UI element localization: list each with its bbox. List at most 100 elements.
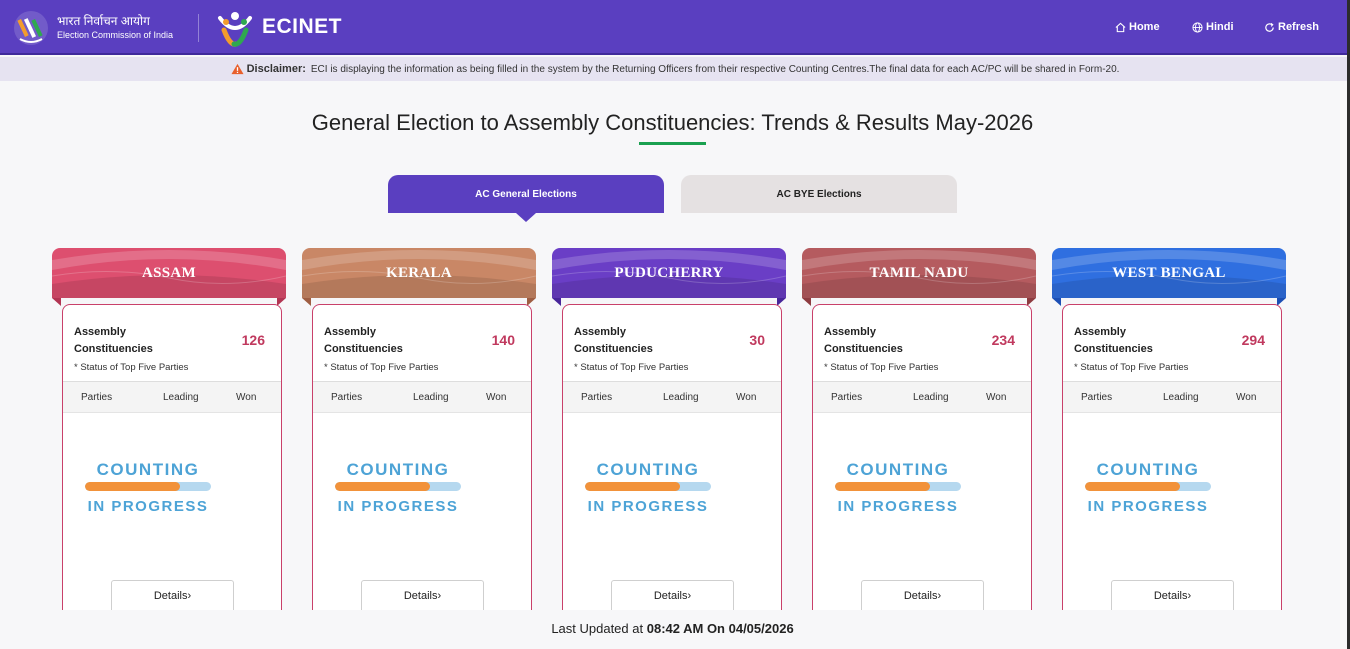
counting-progress-bar xyxy=(585,482,711,491)
warning-icon xyxy=(231,63,244,75)
col-parties: Parties xyxy=(331,392,363,403)
disclaimer-text: ECI is displaying the information as bei… xyxy=(310,63,1120,75)
col-leading: Leading xyxy=(913,392,949,403)
last-updated: Last Updated at 08:42 AM On 04/05/2026 xyxy=(0,621,1345,636)
in-progress-label: IN PROGRESS xyxy=(337,498,459,515)
nav-hindi[interactable]: Hindi xyxy=(1192,21,1234,33)
tab-ac-bye-elections[interactable]: AC BYE Elections xyxy=(681,175,957,213)
counting-progress-fill xyxy=(585,482,680,491)
party-table-header: Parties Leading Won xyxy=(563,382,781,412)
refresh-icon xyxy=(1265,22,1274,32)
ac-label: Assembly Constituencies xyxy=(824,324,903,358)
col-won: Won xyxy=(1236,392,1257,403)
state-card-body: Assembly Constituencies 294 * Status of … xyxy=(1062,304,1282,611)
counting-in-progress: COUNTING IN PROGRESS xyxy=(1063,460,1281,520)
status-note: * Status of Top Five Parties xyxy=(574,362,689,373)
card-summary: Assembly Constituencies 234 * Status of … xyxy=(813,305,1031,382)
counting-label: COUNTING xyxy=(846,460,950,479)
ribbon-fold-left xyxy=(802,298,811,306)
last-updated-time: 08:42 AM On 04/05/2026 xyxy=(646,621,794,636)
globe-icon xyxy=(1192,21,1203,33)
table-divider xyxy=(313,412,531,413)
header-divider xyxy=(198,14,199,42)
ac-count: 234 xyxy=(991,332,1015,348)
ac-label-line1: Assembly xyxy=(324,326,376,338)
ac-label: Assembly Constituencies xyxy=(74,324,153,358)
party-table-header: Parties Leading Won xyxy=(313,382,531,412)
col-leading: Leading xyxy=(1163,392,1199,403)
eci-logo-icon[interactable] xyxy=(12,9,50,47)
details-button[interactable]: Details› xyxy=(111,580,234,611)
details-button[interactable]: Details› xyxy=(861,580,984,611)
ac-label-line2: Constituencies xyxy=(574,343,653,355)
page-title: General Election to Assembly Constituenc… xyxy=(311,110,1034,135)
state-ribbon[interactable]: WEST BENGAL xyxy=(1052,248,1286,298)
counting-in-progress: COUNTING IN PROGRESS xyxy=(563,460,781,520)
nav-refresh-label: Refresh xyxy=(1278,21,1319,33)
nav-hindi-label: Hindi xyxy=(1206,21,1234,33)
ac-label-line2: Constituencies xyxy=(324,343,403,355)
state-card-assam: ASSAM Assembly Constituencies 126 * Stat… xyxy=(52,248,286,611)
ecinet-logo-icon[interactable] xyxy=(214,8,256,48)
table-divider xyxy=(813,412,1031,413)
ecinet-title[interactable]: ECINET xyxy=(262,15,342,39)
col-parties: Parties xyxy=(831,392,863,403)
state-ribbon[interactable]: PUDUCHERRY xyxy=(552,248,786,298)
ac-count: 30 xyxy=(749,332,765,348)
tab-ac-general-elections[interactable]: AC General Elections xyxy=(388,175,664,222)
state-ribbon[interactable]: TAMIL NADU xyxy=(802,248,1036,298)
nav-home-label: Home xyxy=(1129,21,1160,33)
counting-progress-bar xyxy=(85,482,211,491)
state-ribbon[interactable]: KERALA xyxy=(302,248,536,298)
ac-label-line2: Constituencies xyxy=(1074,343,1153,355)
details-button[interactable]: Details› xyxy=(611,580,734,611)
col-won: Won xyxy=(986,392,1007,403)
state-name: ASSAM xyxy=(141,264,196,281)
eci-hindi-name: भारत निर्वाचन आयोग xyxy=(57,14,150,28)
table-divider xyxy=(563,412,781,413)
nav-refresh[interactable]: Refresh xyxy=(1264,21,1319,33)
status-note: * Status of Top Five Parties xyxy=(1074,362,1189,373)
disclaimer-label: Disclaimer: xyxy=(246,63,306,75)
ac-label: Assembly Constituencies xyxy=(574,324,653,358)
ac-label: Assembly Constituencies xyxy=(324,324,403,358)
col-won: Won xyxy=(736,392,757,403)
col-parties: Parties xyxy=(1081,392,1113,403)
disclaimer-bar: Disclaimer: ECI is displaying the inform… xyxy=(0,57,1350,81)
footer: Last Updated at 08:42 AM On 04/05/2026 xyxy=(0,610,1350,649)
ac-count: 294 xyxy=(1241,332,1265,348)
counting-progress-bar xyxy=(1085,482,1211,491)
ac-label-line1: Assembly xyxy=(824,326,876,338)
counting-in-progress: COUNTING IN PROGRESS xyxy=(313,460,531,520)
ac-count: 140 xyxy=(491,332,515,348)
counting-progress-bar xyxy=(835,482,961,491)
card-summary: Assembly Constituencies 30 * Status of T… xyxy=(563,305,781,382)
state-name: TAMIL NADU xyxy=(869,264,969,281)
home-icon xyxy=(1115,22,1126,32)
eci-name[interactable]: भारत निर्वाचन आयोग Election Commission o… xyxy=(57,14,173,42)
ac-label-line1: Assembly xyxy=(574,326,626,338)
state-name: WEST BENGAL xyxy=(1112,264,1226,281)
table-divider xyxy=(63,412,281,413)
state-card-body: Assembly Constituencies 140 * Status of … xyxy=(312,304,532,611)
title-underline xyxy=(639,142,706,145)
details-button[interactable]: Details› xyxy=(1111,580,1234,611)
counting-progress-fill xyxy=(835,482,930,491)
state-card-tamil-nadu: TAMIL NADU Assembly Constituencies 234 *… xyxy=(802,248,1036,611)
state-ribbon[interactable]: ASSAM xyxy=(52,248,286,298)
top-header: भारत निर्वाचन आयोग Election Commission o… xyxy=(0,0,1350,55)
nav-home[interactable]: Home xyxy=(1115,21,1160,33)
details-button[interactable]: Details› xyxy=(361,580,484,611)
ac-label-line1: Assembly xyxy=(74,326,126,338)
status-note: * Status of Top Five Parties xyxy=(824,362,939,373)
counting-label: COUNTING xyxy=(596,460,700,479)
col-won: Won xyxy=(486,392,507,403)
col-leading: Leading xyxy=(663,392,699,403)
counting-in-progress: COUNTING IN PROGRESS xyxy=(63,460,281,520)
card-summary: Assembly Constituencies 294 * Status of … xyxy=(1063,305,1281,382)
in-progress-label: IN PROGRESS xyxy=(587,498,709,515)
state-card-body: Assembly Constituencies 30 * Status of T… xyxy=(562,304,782,611)
col-leading: Leading xyxy=(413,392,449,403)
party-table-header: Parties Leading Won xyxy=(63,382,281,412)
in-progress-label: IN PROGRESS xyxy=(837,498,959,515)
